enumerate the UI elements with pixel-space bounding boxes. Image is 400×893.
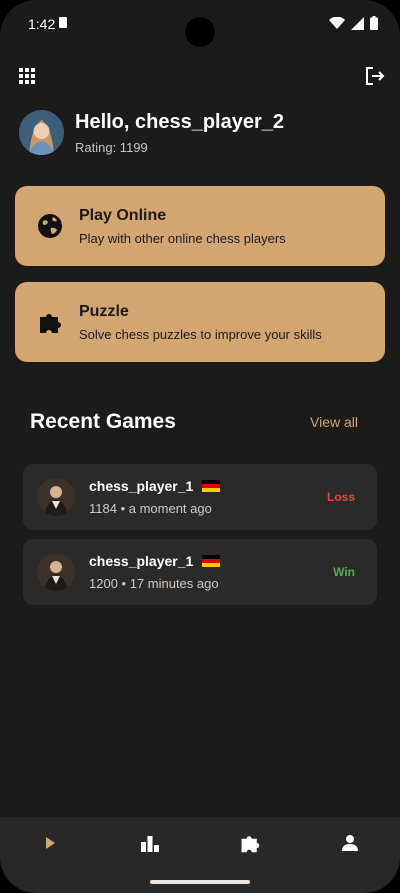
opponent-avatar bbox=[37, 478, 75, 516]
game-meta: 1200 • 17 minutes ago bbox=[89, 576, 219, 591]
logout-button[interactable] bbox=[363, 64, 387, 88]
game-row[interactable]: chess_player_1 1200 • 17 minutes ago Win bbox=[23, 539, 377, 605]
game-result: Loss bbox=[326, 490, 355, 504]
view-all-link[interactable]: View all bbox=[310, 414, 358, 430]
puzzle-icon bbox=[241, 836, 260, 853]
nav-play[interactable] bbox=[38, 831, 62, 855]
nav-leaderboard[interactable] bbox=[138, 831, 162, 855]
user-rating: Rating: 1199 bbox=[75, 140, 148, 155]
home-indicator bbox=[150, 880, 250, 884]
apps-grid-button[interactable] bbox=[15, 64, 39, 88]
germany-flag-icon bbox=[202, 555, 221, 567]
opponent-avatar bbox=[37, 553, 75, 591]
camera-cutout bbox=[185, 17, 215, 47]
globe-icon bbox=[35, 211, 65, 241]
play-online-title: Play Online bbox=[79, 206, 167, 224]
play-online-subtitle: Play with other online chess players bbox=[79, 230, 286, 246]
game-row[interactable]: chess_player_1 1184 • a moment ago Loss bbox=[23, 464, 377, 530]
wifi-icon bbox=[329, 16, 345, 29]
app-screen: 1:42 Hello, chess_player_2 Rating: 1199 … bbox=[0, 0, 400, 893]
signal-icon bbox=[351, 16, 364, 30]
opponent-name: chess_player_1 bbox=[89, 553, 194, 569]
opponent-name: chess_player_1 bbox=[89, 478, 194, 494]
puzzle-card[interactable]: Puzzle Solve chess puzzles to improve yo… bbox=[15, 282, 385, 362]
germany-flag-icon bbox=[202, 480, 221, 492]
puzzle-title: Puzzle bbox=[79, 302, 129, 320]
status-icons bbox=[329, 16, 378, 30]
sim-card-icon bbox=[59, 17, 67, 28]
nav-puzzle[interactable] bbox=[238, 831, 262, 855]
nav-profile[interactable] bbox=[338, 831, 362, 855]
user-header: Hello, chess_player_2 Rating: 1199 bbox=[19, 110, 284, 155]
play-online-card[interactable]: Play Online Play with other online chess… bbox=[15, 186, 385, 266]
status-time: 1:42 bbox=[28, 16, 56, 32]
leaderboard-icon bbox=[141, 836, 159, 852]
recent-games-title: Recent Games bbox=[30, 410, 176, 433]
profile-icon bbox=[342, 835, 358, 851]
puzzle-icon bbox=[35, 307, 65, 337]
greeting: Hello, chess_player_2 bbox=[75, 111, 285, 133]
play-icon bbox=[46, 837, 55, 849]
battery-icon bbox=[370, 16, 378, 30]
grid-icon bbox=[19, 68, 35, 84]
game-meta: 1184 • a moment ago bbox=[89, 501, 212, 516]
logout-icon bbox=[366, 67, 385, 85]
puzzle-subtitle: Solve chess puzzles to improve your skil… bbox=[79, 326, 322, 342]
game-result: Win bbox=[333, 565, 355, 579]
avatar[interactable] bbox=[19, 110, 64, 155]
